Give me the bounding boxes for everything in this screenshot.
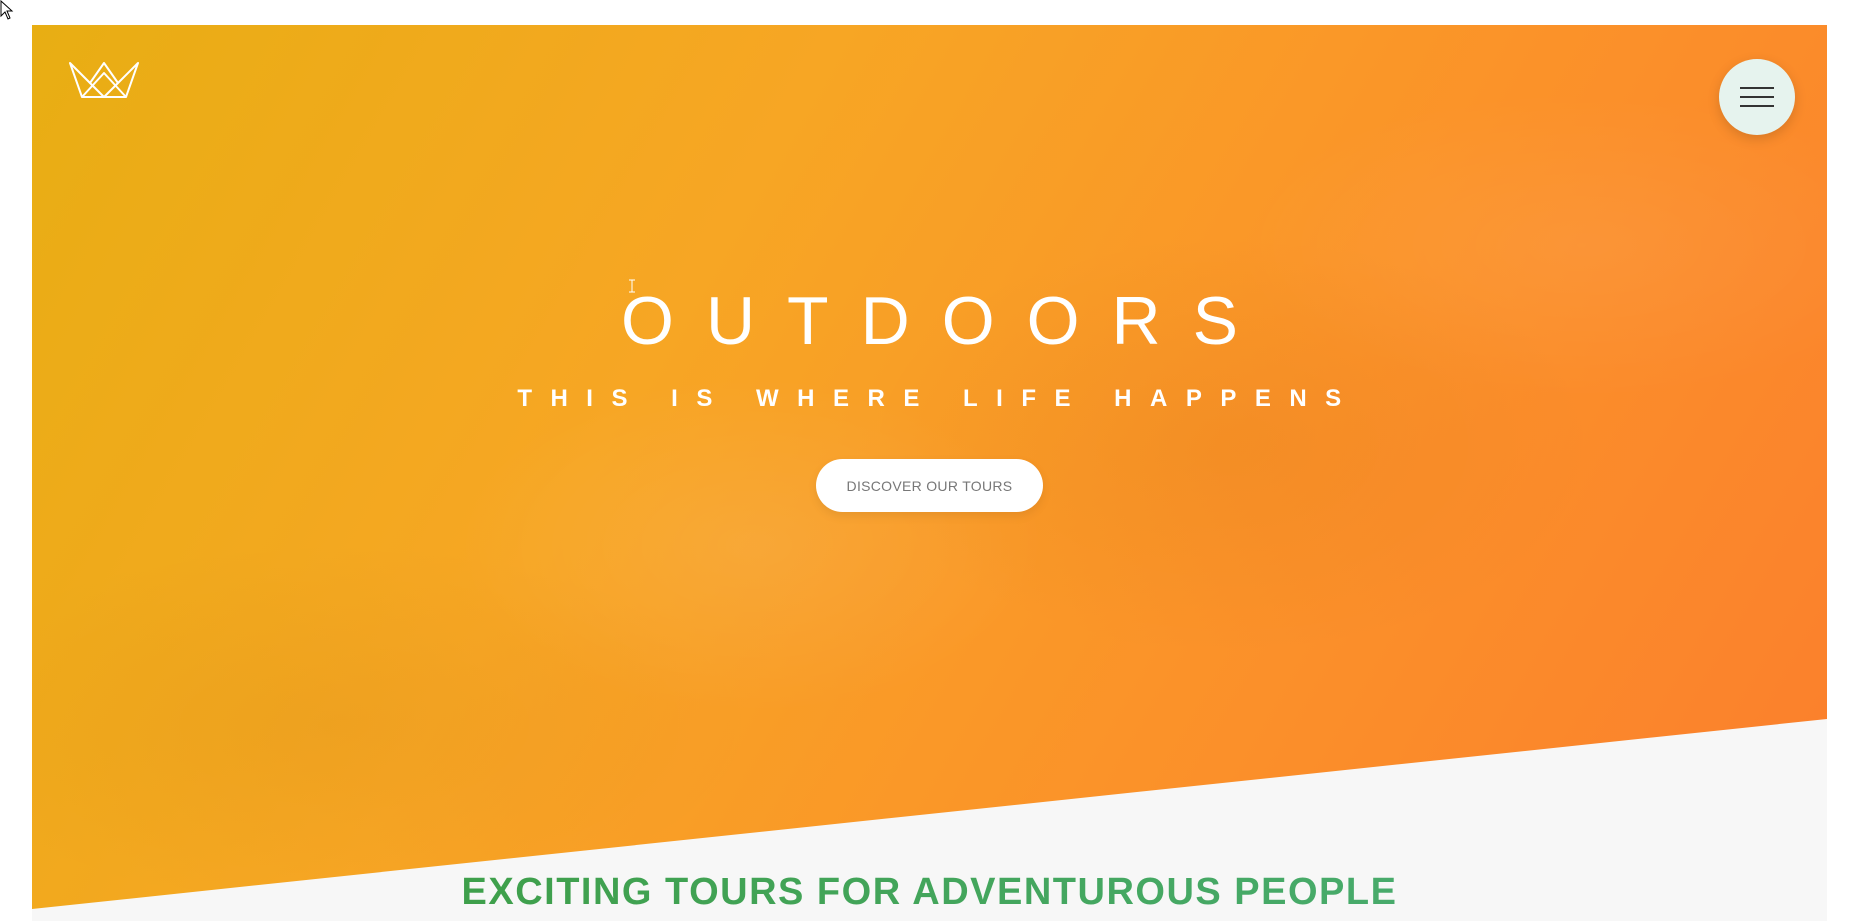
hero-title: OUTDOORS	[621, 283, 1270, 359]
hero-subtitle: THIS IS WHERE LIFE HAPPENS	[517, 385, 1360, 412]
section-heading: EXCITING TOURS FOR ADVENTUROUS PEOPLE	[32, 873, 1827, 911]
menu-button[interactable]	[1719, 59, 1795, 135]
text-cursor-icon	[629, 279, 635, 293]
mouse-cursor-icon	[0, 0, 14, 20]
discover-tours-button[interactable]: DISCOVER OUR TOURS	[816, 459, 1043, 512]
hamburger-menu-icon	[1740, 87, 1774, 107]
page-frame: OUTDOORS THIS IS WHERE LIFE HAPPENS DISC…	[32, 25, 1827, 921]
hero-section: OUTDOORS THIS IS WHERE LIFE HAPPENS DISC…	[32, 25, 1827, 909]
crown-icon[interactable]	[68, 59, 140, 99]
